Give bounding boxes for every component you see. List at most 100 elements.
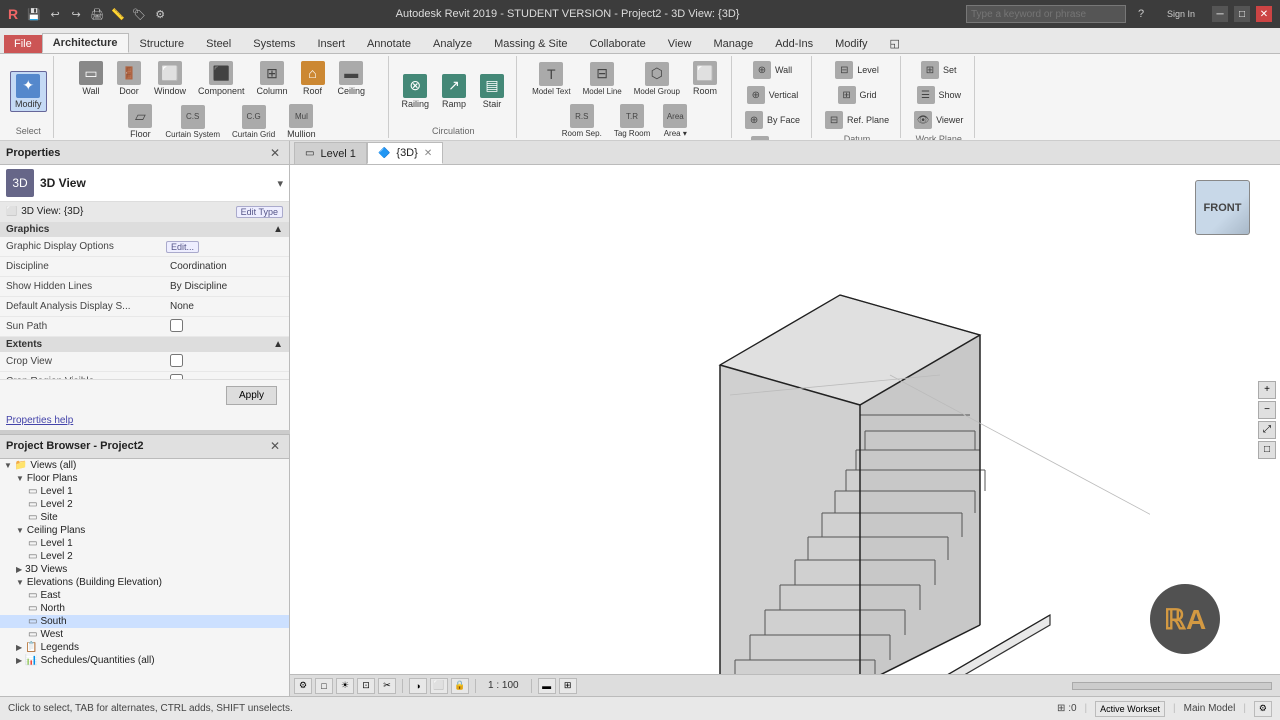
status-settings-button[interactable]: ⚙ [1254,701,1272,717]
model-line-button[interactable]: ⊟ Model Line [578,59,627,99]
pb-level1-ceiling[interactable]: ▭ Level 1 [0,537,289,550]
tab-more[interactable]: ◱ [879,33,911,53]
tab-view[interactable]: View [657,34,703,53]
graphic-display-edit-button[interactable]: Edit... [166,241,199,253]
ceiling-button[interactable]: ▬ Ceiling [333,58,371,99]
stair-button[interactable]: ▤ Stair [474,71,510,112]
room-button[interactable]: ⬜ Room [687,58,723,99]
graphics-section-header[interactable]: Graphics ▲ [0,222,289,237]
area-button[interactable]: Area Area ▾ [657,101,693,140]
pb-legends[interactable]: ▶ 📋 Legends [0,641,289,654]
tab-massing[interactable]: Massing & Site [483,34,578,53]
level-button[interactable]: ⊟ Level [830,58,884,82]
model-text-button[interactable]: T Model Text [527,59,576,99]
tab-steel[interactable]: Steel [195,34,242,53]
pb-schedules[interactable]: ▶ 📊 Schedules/Quantities (all) [0,654,289,667]
viewer-button[interactable]: 👁 Viewer [909,108,968,132]
close-button[interactable]: ✕ [1256,6,1272,22]
byface-opening-button[interactable]: ⊕ By Face [740,108,805,132]
tab-analyze[interactable]: Analyze [422,34,483,53]
pb-level2-floor[interactable]: ▭ Level 2 [0,498,289,511]
tab-architecture[interactable]: Architecture [42,33,129,53]
crop-view-checkbox[interactable] [170,354,183,367]
properties-help-link[interactable]: Properties help [0,411,289,430]
apply-button[interactable]: Apply [226,386,277,405]
tab-3d-view[interactable]: 🔷 {3D} ✕ [367,142,443,164]
tab-annotate[interactable]: Annotate [356,34,422,53]
shadow-button[interactable]: ☀ [336,678,354,694]
set-workplane-button[interactable]: ⊞ Set [916,58,962,82]
tab-collaborate[interactable]: Collaborate [579,34,657,53]
room-separator-button[interactable]: R.S Room Sep. [557,101,607,140]
crop-button[interactable]: ⊡ [357,678,375,694]
minimize-button[interactable]: ─ [1212,6,1228,22]
ref-plane-button[interactable]: ⊟ Ref. Plane [820,108,894,132]
3d-tab-close[interactable]: ✕ [424,148,432,159]
tag-room-button[interactable]: T.R Tag Room [609,101,655,140]
window-button[interactable]: ⬜ Window [149,58,191,99]
pb-3d-views[interactable]: ▶ 3D Views [0,563,289,576]
tag-button[interactable]: 🏷 [130,5,148,23]
settings-button[interactable]: ⚙ [151,5,169,23]
tab-file[interactable]: File [4,35,42,53]
view-properties-button[interactable]: ⚙ [294,678,312,694]
edit-type-button[interactable]: Edit Type [236,206,283,218]
wall-button[interactable]: ▭ Wall [73,58,109,99]
measure-button[interactable]: 📏 [109,5,127,23]
render-button[interactable]: ◑ [409,678,427,694]
section-box-button[interactable]: ⬜ [430,678,448,694]
vertical-opening-button[interactable]: ⊕ Vertical [742,83,804,107]
properties-close-button[interactable]: ✕ [267,145,283,161]
pb-north-elevation[interactable]: ▭ North [0,602,289,615]
curtain-grid-button[interactable]: C.G Curtain Grid [227,102,280,141]
tab-level1-view[interactable]: ▭ Level 1 [294,142,367,164]
help-button[interactable]: ? [1132,5,1150,23]
roof-button[interactable]: ⌂ Roof [295,58,331,99]
zoom-in-button[interactable]: + [1258,381,1276,399]
zoom-fit-button[interactable]: ⤢ [1258,421,1276,439]
visual-style-button[interactable]: □ [315,678,333,694]
canvas-area[interactable]: FRONT + − ⤢ □ ℝA [290,165,1280,674]
wall-opening-button[interactable]: ⊕ Wall [748,58,797,82]
view-cube[interactable]: FRONT [1190,175,1260,245]
save-button[interactable]: 💾 [25,5,43,23]
curtain-system-button[interactable]: C.S Curtain System [160,102,225,141]
mullion-button[interactable]: Mul Mullion [282,101,321,140]
column-button[interactable]: ⊞ Column [252,58,293,99]
pb-views-all[interactable]: ▼ 📁 Views (all) [0,459,289,472]
model-group-button[interactable]: ⬡ Model Group [629,59,685,99]
pb-level2-ceiling[interactable]: ▭ Level 2 [0,550,289,563]
search-input[interactable] [966,5,1126,23]
zoom-region-button[interactable]: □ [1258,441,1276,459]
extents-section-header[interactable]: Extents ▲ [0,337,289,352]
tab-systems[interactable]: Systems [242,34,306,53]
hide-cut-button[interactable]: ✂ [378,678,396,694]
tab-manage[interactable]: Manage [702,34,764,53]
pb-ceiling-plans[interactable]: ▼ Ceiling Plans [0,524,289,537]
horizontal-scrollbar[interactable] [1072,682,1272,690]
tab-addins[interactable]: Add-Ins [764,34,824,53]
print-button[interactable]: 🖨 [88,5,106,23]
modify-tool-button[interactable]: ✦ Modify [10,71,47,112]
zoom-out-button[interactable]: − [1258,401,1276,419]
maximize-button[interactable]: □ [1234,6,1250,22]
grid-button[interactable]: ⊞ Grid [833,83,882,107]
detail-level-button[interactable]: ▬ [538,678,556,694]
component-button[interactable]: ⬛ Component [193,58,250,99]
pb-site-floor[interactable]: ▭ Site [0,511,289,524]
railing-button[interactable]: ⊗ Railing [397,71,435,112]
shaft-button[interactable]: ⊕ Shaft [746,133,799,140]
sign-in-button[interactable]: Sign In [1156,5,1206,23]
undo-button[interactable]: ↩ [46,5,64,23]
tab-structure[interactable]: Structure [129,34,196,53]
pb-floor-plans[interactable]: ▼ Floor Plans [0,472,289,485]
active-workset-button[interactable]: Active Workset [1095,701,1165,717]
project-browser-close-button[interactable]: ✕ [267,438,283,454]
lock-button[interactable]: 🔒 [451,678,469,694]
pb-elevations[interactable]: ▼ Elevations (Building Elevation) [0,576,289,589]
redo-button[interactable]: ↪ [67,5,85,23]
show-workplane-button[interactable]: ☰ Show [912,83,967,107]
sun-path-checkbox[interactable] [170,319,183,332]
view-type-dropdown[interactable]: ▾ [277,177,283,190]
ramp-button[interactable]: ↗ Ramp [436,71,472,112]
